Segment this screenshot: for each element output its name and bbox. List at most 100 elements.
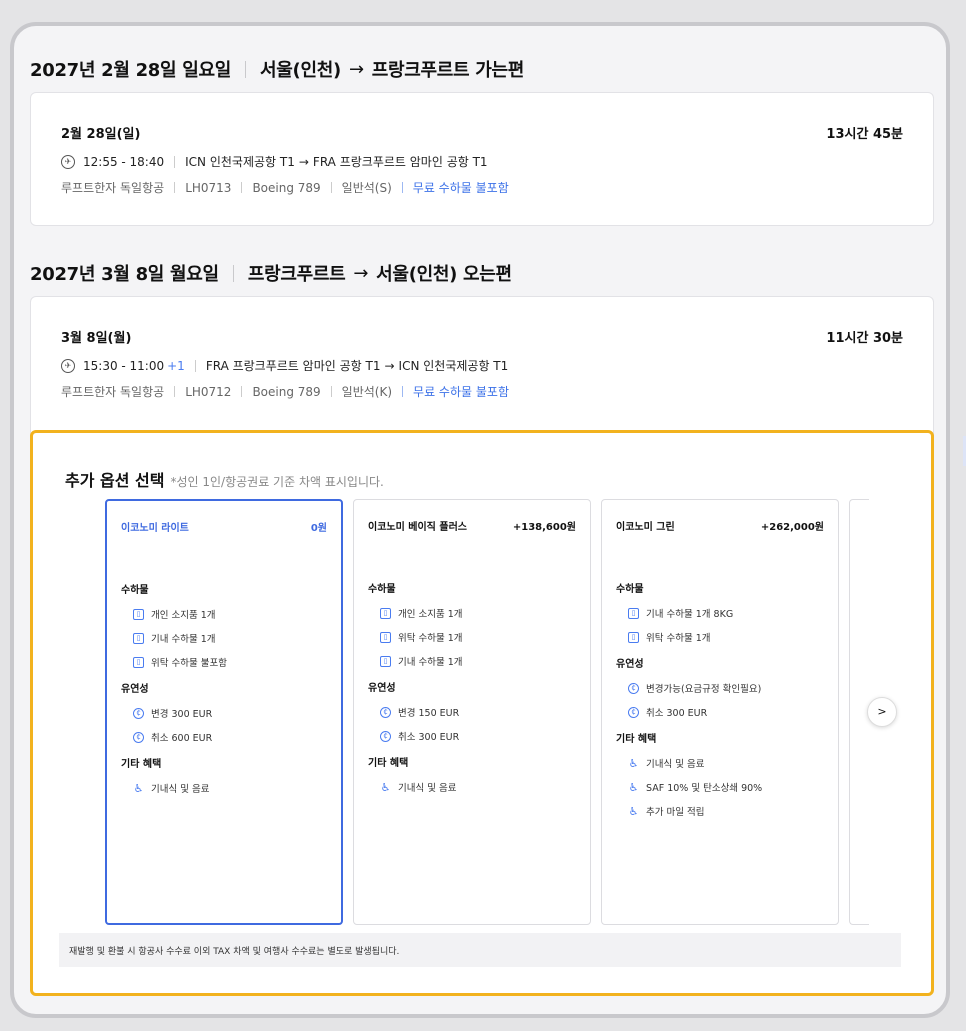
section-label-flex: 유연성 <box>616 659 644 670</box>
luggage-icon: ▯ <box>628 631 639 643</box>
section-label-baggage: 수하물 <box>121 585 149 596</box>
divider <box>401 182 403 193</box>
flight-duration: 11시간 30분 <box>826 331 903 346</box>
fare-details: 수하물 ▯ 개인 소지품 1개 ▯ 위탁 수하물 1개 ▯ 기내 수하물 1개 유연성… <box>368 574 580 799</box>
route-arrow: → <box>348 58 364 80</box>
flight-number: LH0713 <box>185 180 232 195</box>
flight-meta: 루프트한자 독일항공 LH0713 Boeing 789 일반석(S) 무료 수… <box>61 179 509 196</box>
fare-feature: ♿ 추가 마일 적립 <box>628 804 705 819</box>
cabin-class: 일반석(K) <box>341 385 393 399</box>
coin-icon: ₵ <box>133 731 144 743</box>
fare-price: +262,000원 <box>760 522 824 533</box>
flight-duration: 13시간 45분 <box>826 127 903 142</box>
coin-icon: ₵ <box>380 706 391 718</box>
flight-times: 12:55 - 18:40 <box>83 154 165 169</box>
aircraft-type: Boeing 789 <box>252 384 321 399</box>
section-label-benefits: 기타 혜택 <box>368 758 409 769</box>
fare-name: 이코노미 그린 <box>616 522 675 533</box>
luggage-icon: ▯ <box>380 655 391 667</box>
coin-icon: ₵ <box>380 730 391 742</box>
fare-feature: ♿ 기내식 및 음료 <box>133 781 210 796</box>
fare-feature: ▯ 개인 소지품 1개 <box>368 601 580 625</box>
section-label-baggage: 수하물 <box>368 584 396 595</box>
aircraft-type: Boeing 789 <box>252 180 321 195</box>
outbound-flight-card: 2월 28일(일) 13시간 45분 ✈ 12:55 - 18:40 ICN 인… <box>30 92 934 226</box>
fare-name: 이코노미 베이직 플러스 <box>368 522 467 533</box>
luggage-icon: ▯ <box>380 607 391 619</box>
divider <box>245 60 247 78</box>
divider <box>241 182 243 193</box>
fare-feature: ▯ 위탁 수하물 1개 <box>368 625 580 649</box>
arrival-airport: FRA 프랑크푸르트 암마인 공항 T1 <box>312 155 488 169</box>
section-label-baggage: 수하물 <box>616 584 644 595</box>
outbound-date: 2027년 2월 28일 일요일 <box>30 60 232 81</box>
itinerary-panel: 2027년 2월 28일 일요일 서울(인천) → 프랑크푸르트 가는편 2월 … <box>10 22 950 1018</box>
flight-route: ✈ 12:55 - 18:40 ICN 인천국제공항 T1 → FRA 프랑크푸… <box>61 153 488 170</box>
fare-price: 0원 <box>310 523 327 534</box>
fare-feature: ▯ 기내 수하물 1개 8KG <box>616 601 828 625</box>
fare-feature: ₵ 변경 150 EUR <box>368 700 580 724</box>
inbound-heading: 2027년 3월 8일 월요일 프랑크푸르트 → 서울(인천) 오는편 <box>30 260 512 286</box>
flight-day: 2월 28일(일) <box>61 127 141 142</box>
flight-number: LH0712 <box>185 384 232 399</box>
fare-card-economy-light[interactable]: 이코노미 라이트 0원 수하물 ▯ 개인 소지품 1개 ▯ 기내 수하물 1개 ▯ 위… <box>105 499 343 925</box>
outbound-heading: 2027년 2월 28일 일요일 서울(인천) → 프랑크푸르트 가는편 <box>30 56 524 82</box>
luggage-icon: ▯ <box>628 607 639 619</box>
fare-feature: ♿ SAF 10% 및 탄소상쇄 90% <box>628 780 763 795</box>
section-label-flex: 유연성 <box>368 683 396 694</box>
next-day-badge: +1 <box>167 358 185 373</box>
fare-card-economy-basic-plus[interactable]: 이코노미 베이직 플러스 +138,600원 수하물 ▯ 개인 소지품 1개 ▯ 위… <box>353 499 591 925</box>
route-arrow: → <box>298 154 309 169</box>
options-title: 추가 옵션 선택 <box>65 471 165 490</box>
divider <box>330 182 332 193</box>
fare-feature: ▯ 개인 소지품 1개 <box>121 602 331 626</box>
flight-day: 3월 8일(월) <box>61 331 132 346</box>
fee-notice: 재발행 및 환불 시 항공사 수수료 이외 TAX 차액 및 여행사 수수료는 … <box>59 933 901 967</box>
fare-details: 수하물 ▯ 개인 소지품 1개 ▯ 기내 수하물 1개 ▯ 위탁 수하물 불포함 유연… <box>121 575 331 800</box>
fare-feature: ▯ 위탁 수하물 불포함 <box>121 650 331 674</box>
baggage-info-link[interactable]: 무료 수하물 불포함 <box>413 383 509 400</box>
coin-icon: ₵ <box>133 707 144 719</box>
divider <box>174 182 176 193</box>
section-label-benefits: 기타 혜택 <box>121 759 162 770</box>
options-note: *성인 1인/항공권료 기준 차액 표시입니다. <box>170 475 384 489</box>
divider <box>174 386 176 397</box>
divider <box>232 264 234 282</box>
fare-feature: ₵ 변경가능(요금규정 확인필요) <box>616 676 828 700</box>
divider <box>174 155 176 168</box>
fare-feature: ₵ 취소 600 EUR <box>121 725 331 749</box>
outbound-origin: 서울(인천) <box>260 60 341 81</box>
airline-name: 루프트한자 독일항공 <box>61 385 165 399</box>
divider <box>330 386 332 397</box>
luggage-icon: ▯ <box>133 632 144 644</box>
inbound-origin: 프랑크푸르트 <box>247 264 346 285</box>
fare-feature: ₵ 취소 300 EUR <box>616 700 828 724</box>
seat-icon: ♿ <box>380 780 391 794</box>
luggage-icon: ▯ <box>133 656 144 668</box>
next-fare-button[interactable]: > <box>867 697 897 727</box>
arrival-airport: ICN 인천국제공항 T1 <box>398 359 509 373</box>
departure-airport: FRA 프랑크푸르트 암마인 공항 T1 <box>205 359 381 373</box>
options-header: 추가 옵션 선택 *성인 1인/항공권료 기준 차액 표시입니다. <box>65 467 384 491</box>
seat-icon: ♿ <box>628 780 639 794</box>
flight-meta: 루프트한자 독일항공 LH0712 Boeing 789 일반석(K) 무료 수… <box>61 383 509 400</box>
fare-card-economy-green[interactable]: 이코노미 그린 +262,000원 수하물 ▯ 기내 수하물 1개 8KG ▯ 위탁… <box>601 499 839 925</box>
fare-details: 수하물 ▯ 기내 수하물 1개 8KG ▯ 위탁 수하물 1개 유연성 ₵ 변경가능(… <box>616 574 828 823</box>
inbound-date: 2027년 3월 8일 월요일 <box>30 264 219 285</box>
coin-icon: ₵ <box>628 682 639 694</box>
fare-feature: ▯ 위탁 수하물 1개 <box>616 625 828 649</box>
seat-icon: ♿ <box>628 756 639 770</box>
fare-card-next-peek[interactable] <box>849 499 869 925</box>
divider <box>194 359 196 372</box>
departure-airport: ICN 인천국제공항 T1 <box>185 155 295 169</box>
coin-icon: ₵ <box>628 706 639 718</box>
section-label-flex: 유연성 <box>121 684 149 695</box>
fare-name: 이코노미 라이트 <box>121 523 189 534</box>
fare-feature: ♿ 기내식 및 음료 <box>628 756 705 771</box>
fare-price: +138,600원 <box>512 522 576 533</box>
airline-name: 루프트한자 독일항공 <box>61 181 165 195</box>
plane-icon: ✈ <box>61 358 75 373</box>
luggage-icon: ▯ <box>380 631 391 643</box>
plane-icon: ✈ <box>61 154 75 169</box>
baggage-info-link[interactable]: 무료 수하물 불포함 <box>413 179 509 196</box>
